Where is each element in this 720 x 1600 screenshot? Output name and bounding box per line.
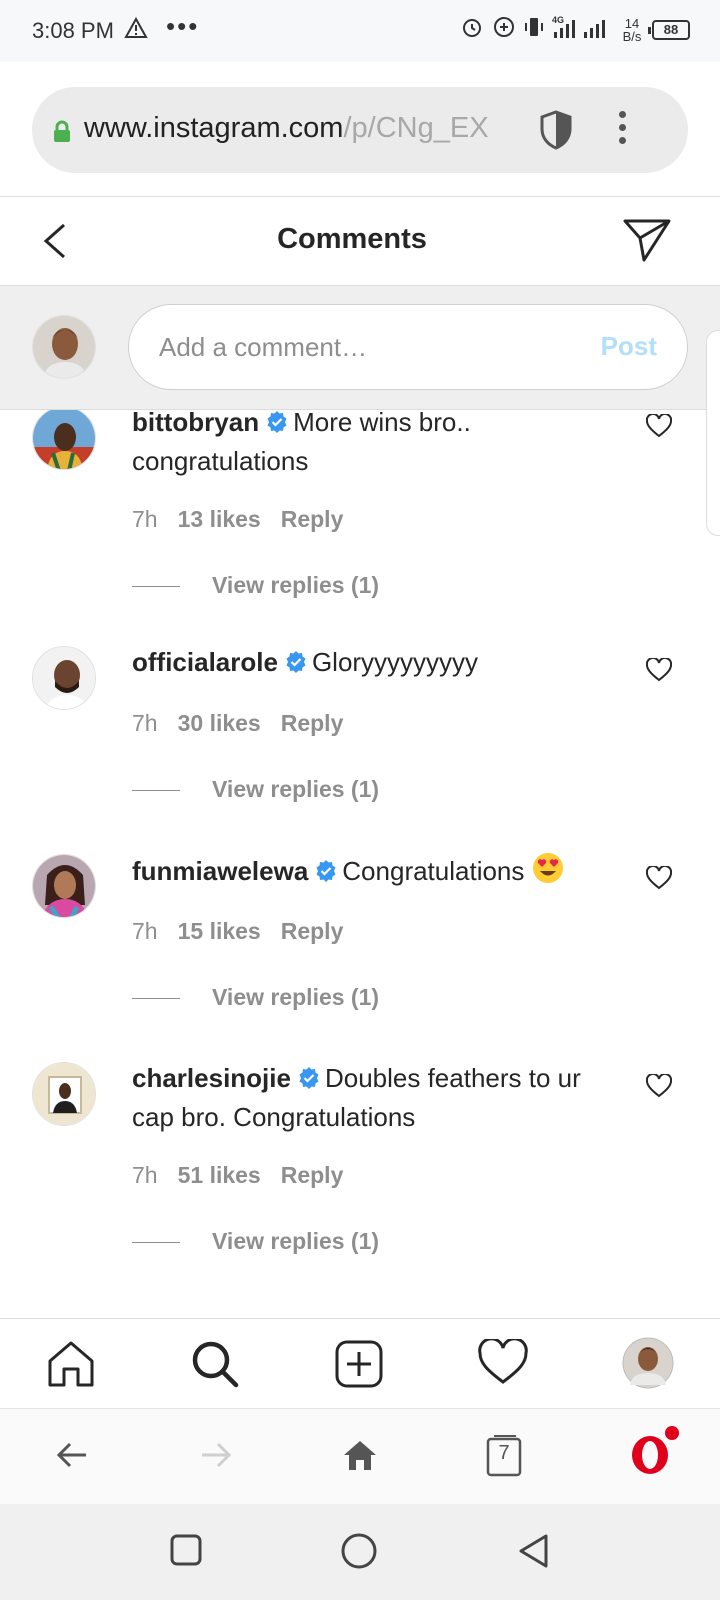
shield-icon[interactable] xyxy=(538,109,574,156)
comment-body: Congratulations xyxy=(342,856,525,886)
comment-input[interactable] xyxy=(159,325,559,369)
comment-meta: 7h 15 likes Reply xyxy=(132,918,363,945)
warning-icon xyxy=(124,16,148,44)
comment-time: 7h xyxy=(132,1162,158,1188)
opera-icon[interactable] xyxy=(628,1425,680,1482)
tabs-count: 7 xyxy=(498,1442,510,1464)
comment-text: funmiawelewa Congratulations xyxy=(132,852,614,893)
post-button[interactable]: Post xyxy=(601,331,657,362)
comment-meta: 7h 13 likes Reply xyxy=(132,506,363,533)
comment-likes[interactable]: 30 likes xyxy=(178,710,261,736)
search-icon[interactable] xyxy=(190,1339,240,1394)
home-icon[interactable] xyxy=(46,1339,96,1394)
reply-button[interactable]: Reply xyxy=(281,1162,344,1188)
vibrate-icon xyxy=(524,15,544,44)
comment-meta: 7h 30 likes Reply xyxy=(132,710,363,737)
comment-time: 7h xyxy=(132,506,158,532)
send-icon[interactable] xyxy=(622,217,672,268)
comment-username[interactable]: bittobryan xyxy=(132,410,259,437)
replies-line xyxy=(132,586,180,588)
svg-text:4G: 4G xyxy=(552,15,564,25)
view-replies-label: View replies (1) xyxy=(212,1228,380,1254)
browser-back-icon[interactable] xyxy=(54,1437,90,1478)
lock-icon[interactable] xyxy=(52,120,72,149)
view-replies-button[interactable]: View replies (1) xyxy=(132,776,379,803)
url-text[interactable]: www.instagram.com/p/CNg_EX xyxy=(84,112,524,145)
status-time: 3:08 PM xyxy=(32,18,114,43)
view-replies-label: View replies (1) xyxy=(212,776,380,802)
comment-time: 7h xyxy=(132,918,158,944)
comment-text: bittobryan More wins bro.. congratulation… xyxy=(132,410,614,479)
url-field[interactable]: www.instagram.com/p/CNg_EX xyxy=(32,87,688,173)
comment-text: charlesinojie Doubles feathers to ur cap … xyxy=(132,1060,614,1135)
commenter-avatar[interactable] xyxy=(32,646,96,710)
comment-likes[interactable]: 15 likes xyxy=(178,918,261,944)
battery-indicator: 88 xyxy=(648,19,690,40)
browser-forward-icon xyxy=(198,1437,234,1478)
comments-header: Comments xyxy=(0,196,720,286)
comment-box: Post xyxy=(128,304,688,390)
comment-time: 7h xyxy=(132,710,158,736)
comment-composer: Post xyxy=(0,286,720,410)
replies-line xyxy=(132,1242,180,1244)
comment-likes[interactable]: 13 likes xyxy=(178,506,261,532)
view-replies-label: View replies (1) xyxy=(212,572,380,598)
view-replies-label: View replies (1) xyxy=(212,984,380,1010)
commenter-avatar[interactable] xyxy=(32,1062,96,1126)
browser-home-icon[interactable] xyxy=(342,1437,378,1478)
commenter-avatar[interactable] xyxy=(32,410,96,470)
android-back-icon[interactable] xyxy=(516,1532,552,1575)
view-replies-button[interactable]: View replies (1) xyxy=(132,572,379,599)
verified-icon xyxy=(265,410,289,443)
verified-icon xyxy=(297,1063,321,1099)
instagram-bottom-nav xyxy=(0,1318,720,1408)
page-title: Comments xyxy=(277,223,427,255)
activity-icon[interactable] xyxy=(478,1337,528,1390)
status-bar: 3:08 PM ••• 4G 14 B/s 88 xyxy=(0,0,720,62)
status-more-dots: ••• xyxy=(166,11,200,41)
heart-icon[interactable] xyxy=(645,656,673,687)
signal-icon: 4G xyxy=(552,14,612,45)
replies-line xyxy=(132,790,180,792)
android-nav-bar xyxy=(0,1504,720,1600)
alarm-icon xyxy=(460,15,484,44)
url-path: /p/CNg_EX xyxy=(343,112,489,144)
new-post-icon[interactable] xyxy=(334,1339,384,1394)
comment-body: Gloryyyyyyyyy xyxy=(311,647,479,677)
heart-icon[interactable] xyxy=(645,864,673,895)
profile-icon[interactable] xyxy=(622,1337,674,1394)
android-home-icon[interactable] xyxy=(340,1532,378,1575)
replies-line xyxy=(132,998,180,1000)
status-indicators: 4G 14 B/s 88 xyxy=(460,14,690,45)
view-replies-button[interactable]: View replies (1) xyxy=(132,984,379,1011)
network-speed: 14 B/s xyxy=(620,17,644,43)
reply-button[interactable]: Reply xyxy=(281,918,344,944)
comment-username[interactable]: funmiawelewa xyxy=(132,856,308,886)
verified-icon xyxy=(314,856,338,892)
browser-address-bar: www.instagram.com/p/CNg_EX xyxy=(0,62,720,196)
android-recents-icon[interactable] xyxy=(168,1532,204,1573)
heart-icon[interactable] xyxy=(645,1072,673,1103)
reply-button[interactable]: Reply xyxy=(281,710,344,736)
heart-eyes-emoji-icon xyxy=(532,852,564,893)
comments-list[interactable]: bittobryan More wins bro.. congratulation… xyxy=(0,410,720,1318)
data-saver-icon xyxy=(492,15,516,44)
verified-icon xyxy=(284,647,308,683)
my-avatar xyxy=(32,315,96,379)
comment-username[interactable]: officialarole xyxy=(132,647,278,677)
comment-likes[interactable]: 51 likes xyxy=(178,1162,261,1188)
heart-icon[interactable] xyxy=(645,412,673,443)
browser-bottom-nav: 7 xyxy=(0,1408,720,1504)
commenter-avatar[interactable] xyxy=(32,854,96,918)
comment-meta: 7h 51 likes Reply xyxy=(132,1162,363,1189)
speed-unit: B/s xyxy=(622,28,642,44)
menu-icon[interactable] xyxy=(616,111,628,150)
reply-button[interactable]: Reply xyxy=(281,506,344,532)
comment-text: officialarole Gloryyyyyyyyy xyxy=(132,644,614,683)
view-replies-button[interactable]: View replies (1) xyxy=(132,1228,379,1255)
url-domain: www.instagram.com xyxy=(84,112,344,144)
tabs-icon[interactable]: 7 xyxy=(486,1433,522,1482)
comment-username[interactable]: charlesinojie xyxy=(132,1063,291,1093)
